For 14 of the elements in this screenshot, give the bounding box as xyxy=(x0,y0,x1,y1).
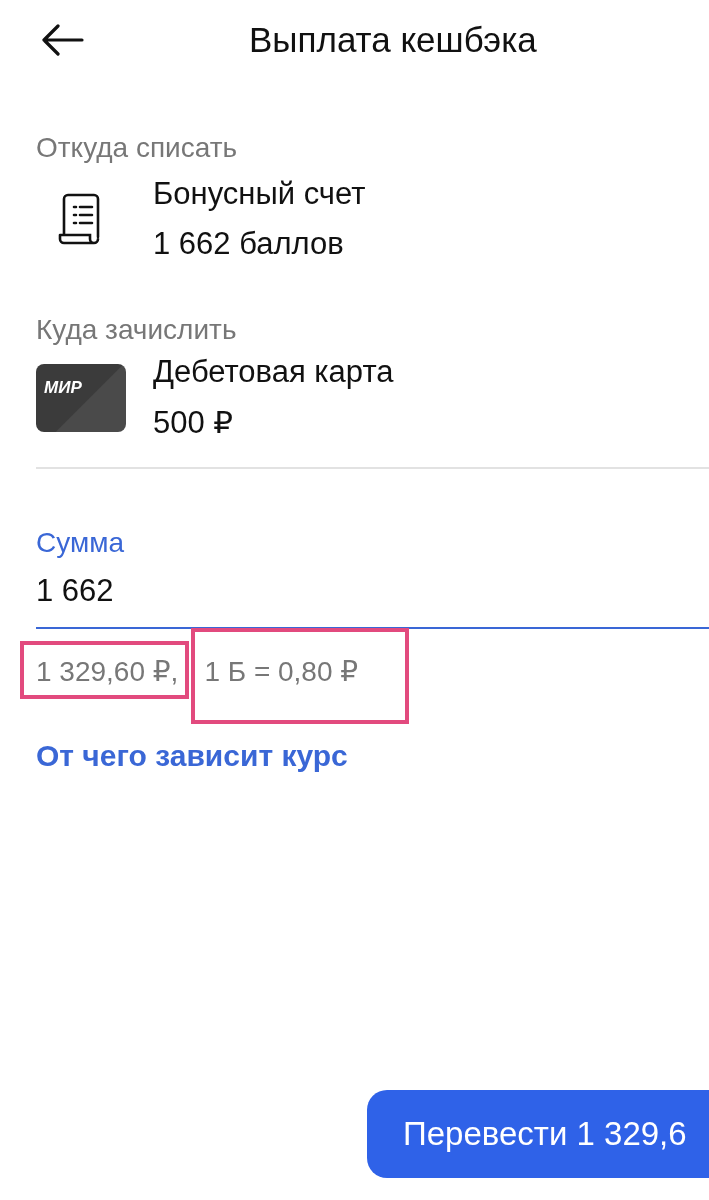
account-name: Бонусный счет xyxy=(153,176,366,212)
bank-card-icon: МИР xyxy=(36,363,126,432)
payout-total: 1 329,60 ₽, xyxy=(36,654,179,688)
account-name: Дебетовая карта xyxy=(153,354,394,390)
transfer-button[interactable]: Перевести 1 329,6 xyxy=(367,1090,709,1178)
section-label: Откуда списать xyxy=(36,132,239,164)
exchange-rate: 1 Б = 0,80 ₽ xyxy=(204,654,359,688)
rate-info-link[interactable]: От чего зависит курс xyxy=(36,739,348,773)
amount-field[interactable]: Сумма 1 662 xyxy=(36,527,709,629)
account-balance: 500 ₽ xyxy=(153,404,235,441)
account-balance: 1 662 баллов xyxy=(153,226,345,262)
screen-title: Выплата кешбэка xyxy=(249,20,537,60)
back-arrow-icon[interactable] xyxy=(40,24,84,56)
section-label: Куда зачислить xyxy=(36,314,238,346)
